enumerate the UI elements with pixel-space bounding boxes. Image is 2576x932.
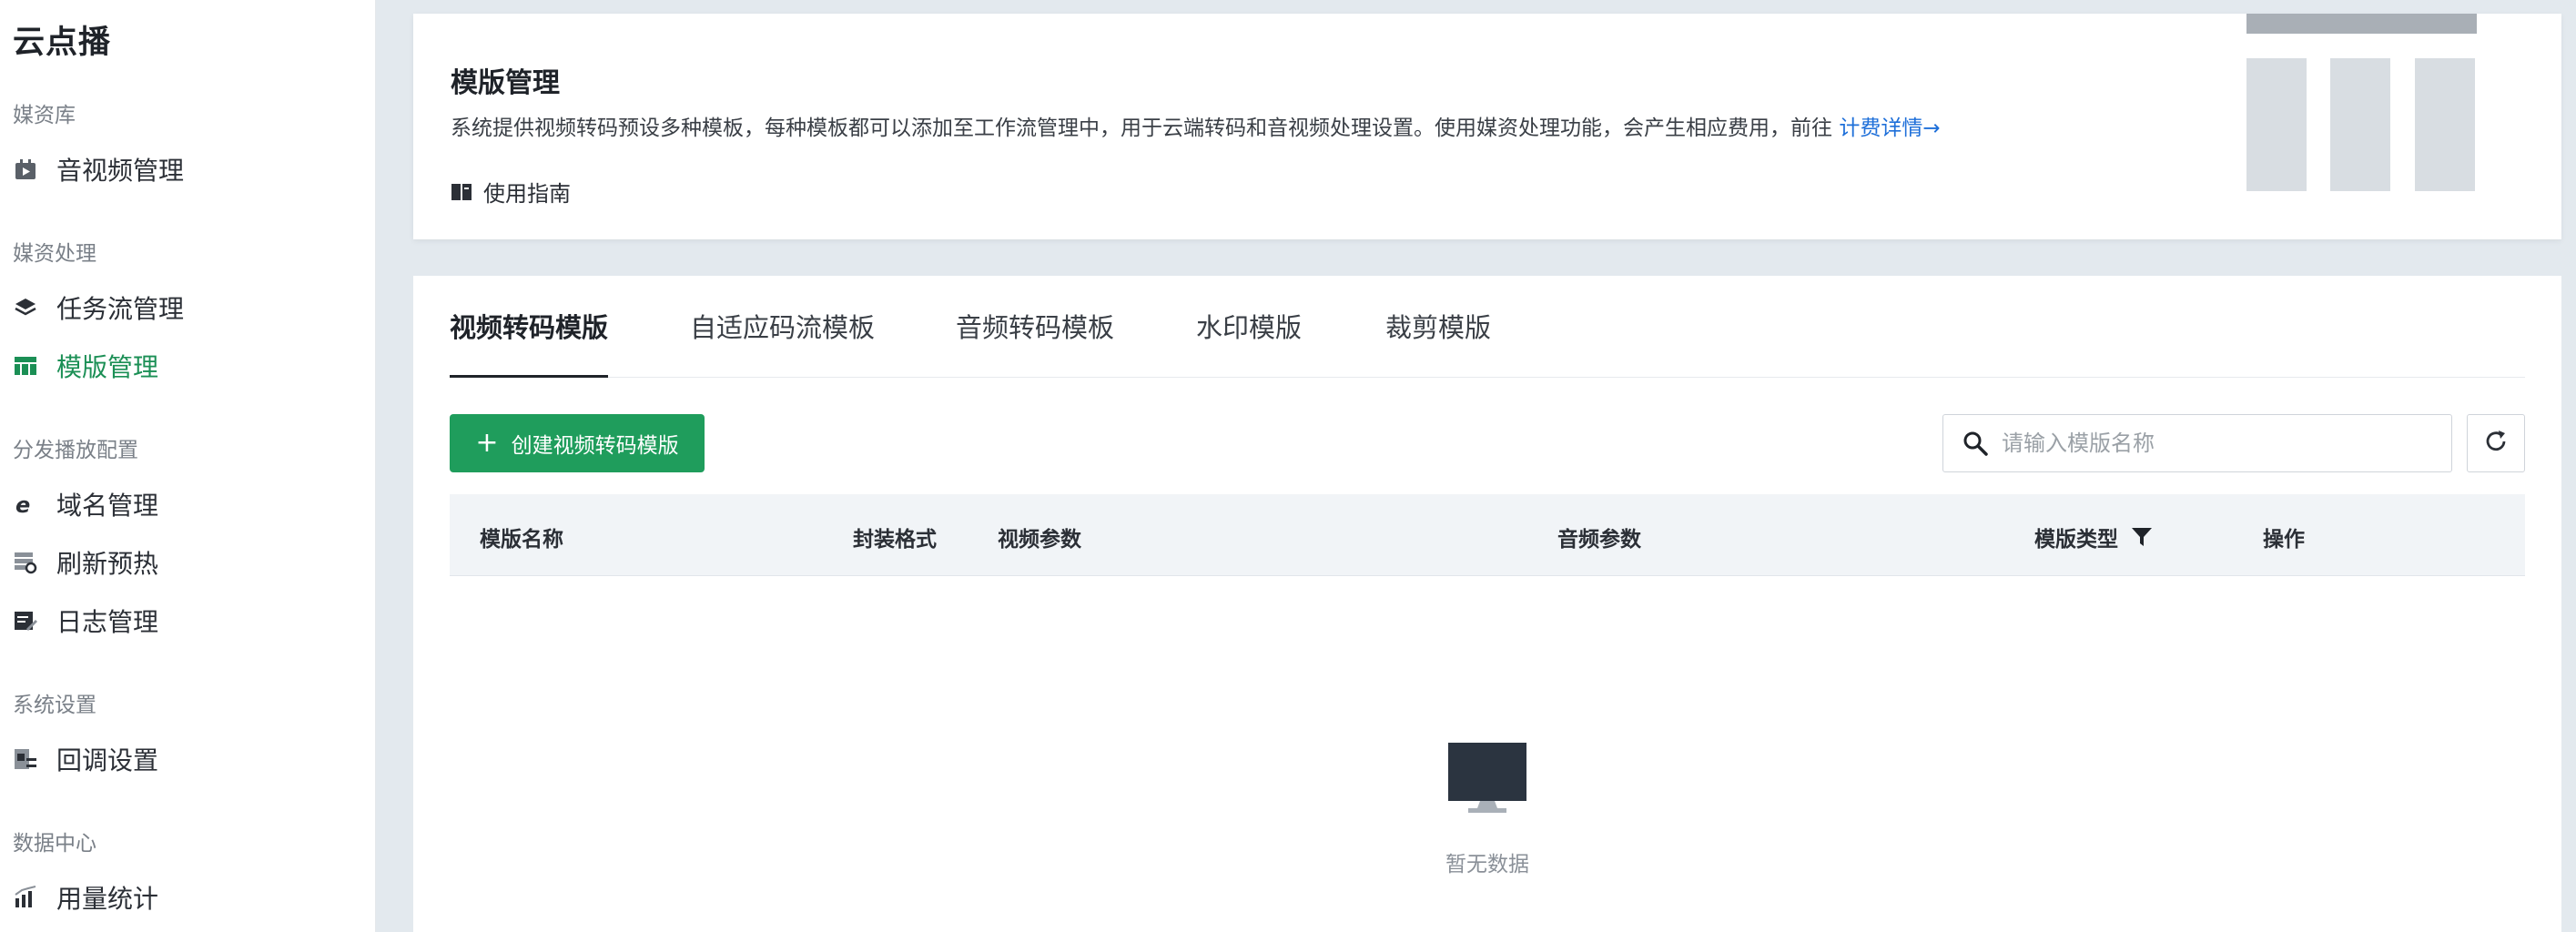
sidebar-item-workflow[interactable]: 任务流管理	[13, 286, 184, 329]
sidebar-item-log[interactable]: 日志管理	[13, 599, 158, 643]
group-label-media-processing: 媒资处理	[13, 242, 96, 266]
search-input[interactable]	[2002, 431, 2439, 456]
sidebar-item-template[interactable]: 模版管理	[13, 344, 158, 388]
plus-icon: +	[475, 427, 499, 459]
column-audio-params: 音频参数	[1557, 528, 1641, 552]
tab-video-transcode[interactable]: 视频转码模版	[450, 307, 609, 378]
column-template-name: 模版名称	[480, 528, 563, 552]
refresh-icon	[2482, 428, 2510, 459]
group-label-system: 系统设置	[13, 694, 96, 717]
billing-link[interactable]: 计费详情→	[1839, 116, 1940, 140]
decorative-bar	[2246, 58, 2307, 191]
sidebar-item-usage-stats[interactable]: 用量统计	[13, 876, 158, 919]
log-icon	[13, 608, 38, 633]
media-icon	[13, 157, 38, 182]
column-actions: 操作	[2263, 528, 2305, 552]
search-icon	[1962, 430, 1989, 457]
layers-icon	[13, 295, 38, 320]
column-template-type-label: 模版类型	[2034, 528, 2118, 552]
tab-adaptive-streaming[interactable]: 自适应码流模板	[690, 307, 875, 378]
stats-icon	[13, 885, 38, 910]
sidebar-item-label: 模版管理	[56, 352, 159, 382]
decorative-bar	[2330, 58, 2390, 191]
decorative-banner	[2246, 14, 2477, 34]
sidebar-item-label: 回调设置	[56, 745, 159, 775]
table-header: 模版名称 封装格式 视频参数 音频参数 模版类型 操作	[450, 494, 2525, 576]
callback-icon	[13, 746, 38, 772]
sidebar-item-label: 域名管理	[56, 491, 159, 521]
tab-watermark[interactable]: 水印模版	[1196, 307, 1302, 378]
empty-state-icon	[1448, 743, 1526, 819]
sidebar-item-label: 用量统计	[56, 884, 159, 914]
sidebar-item-label: 任务流管理	[56, 294, 185, 324]
template-icon	[13, 353, 38, 379]
sidebar-item-domain[interactable]: e 域名管理	[13, 482, 158, 526]
svg-text:e: e	[15, 492, 30, 516]
sidebar-item-label: 日志管理	[56, 607, 159, 637]
empty-state-text: 暂无数据	[1445, 853, 1529, 876]
template-panel: 视频转码模版 自适应码流模板 音频转码模板 水印模版 裁剪模版 + 创建视频转码…	[413, 276, 2561, 932]
create-template-button[interactable]: + 创建视频转码模版	[450, 414, 705, 472]
decorative-bar	[2415, 58, 2475, 191]
refresh-cache-icon	[13, 550, 38, 575]
guide-link[interactable]: 使用指南	[451, 176, 571, 208]
filter-icon[interactable]	[2131, 527, 2153, 547]
group-label-media-library: 媒资库	[13, 104, 76, 127]
search-box	[1942, 414, 2452, 472]
book-icon	[451, 182, 472, 202]
create-button-label: 创建视频转码模版	[511, 434, 679, 458]
tab-bar: 视频转码模版 自适应码流模板 音频转码模板 水印模版 裁剪模版	[450, 276, 2525, 378]
group-label-data-center: 数据中心	[13, 832, 96, 856]
tab-audio-transcode[interactable]: 音频转码模板	[956, 307, 1114, 378]
app-title: 云点播	[13, 25, 112, 61]
sidebar-item-callback[interactable]: 回调设置	[13, 737, 158, 781]
column-container-format: 封装格式	[853, 528, 937, 552]
refresh-button[interactable]	[2467, 414, 2525, 472]
intro-card: 模版管理 系统提供视频转码预设多种模板，每种模板都可以添加至工作流管理中，用于云…	[413, 14, 2561, 239]
ie-icon: e	[13, 491, 38, 517]
sidebar: 云点播 媒资库 音视频管理 媒资处理 任务流管理 模版管理 分发播放配置 e 域…	[0, 0, 376, 932]
sidebar-item-media-management[interactable]: 音视频管理	[13, 147, 184, 191]
group-label-distribution: 分发播放配置	[13, 439, 138, 462]
column-video-params: 视频参数	[998, 528, 1081, 552]
intro-description: 系统提供视频转码预设多种模板，每种模板都可以添加至工作流管理中，用于云端转码和音…	[451, 110, 1941, 141]
sidebar-item-label: 刷新预热	[56, 549, 159, 579]
page-title: 模版管理	[451, 67, 560, 99]
guide-label: 使用指南	[483, 181, 571, 207]
column-template-type: 模版类型	[2034, 522, 2153, 552]
description-text: 系统提供视频转码预设多种模板，每种模板都可以添加至工作流管理中，用于云端转码和音…	[451, 116, 1832, 140]
sidebar-item-label: 音视频管理	[56, 156, 185, 186]
tab-crop[interactable]: 裁剪模版	[1385, 307, 1491, 378]
sidebar-item-refresh-cache[interactable]: 刷新预热	[13, 541, 158, 584]
